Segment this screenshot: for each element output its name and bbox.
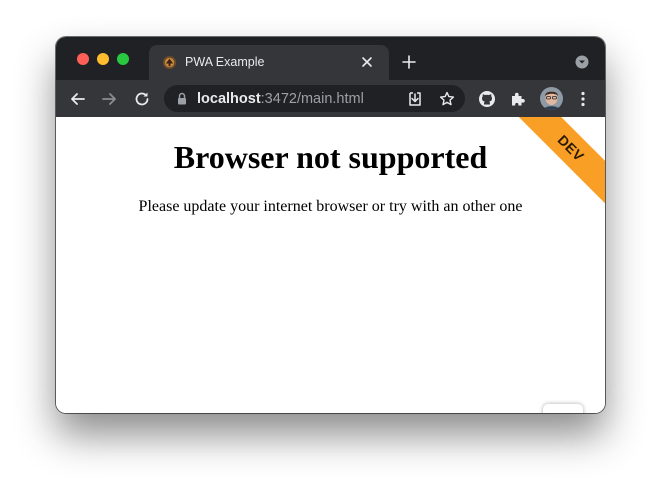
browser-tab[interactable]: PWA Example bbox=[149, 45, 389, 80]
url-text: localhost:3472/main.html bbox=[197, 91, 364, 107]
floating-button[interactable] bbox=[543, 404, 583, 413]
github-icon[interactable] bbox=[478, 90, 496, 108]
bookmark-star-icon[interactable] bbox=[439, 91, 455, 107]
tab-search-icon[interactable] bbox=[575, 55, 589, 69]
browser-toolbar: localhost:3472/main.html bbox=[56, 80, 605, 117]
url-path: :3472/main.html bbox=[260, 91, 364, 107]
avatar-image bbox=[540, 87, 563, 110]
address-bar[interactable]: localhost:3472/main.html bbox=[164, 85, 465, 112]
page-content: Browser not supported Please update your… bbox=[56, 117, 605, 413]
avatar[interactable] bbox=[540, 87, 563, 110]
menu-icon[interactable] bbox=[574, 90, 592, 108]
tab-title: PWA Example bbox=[185, 55, 265, 69]
window-maximize-button[interactable] bbox=[117, 53, 129, 65]
reload-icon[interactable] bbox=[133, 90, 151, 108]
tab-strip: PWA Example bbox=[56, 37, 605, 80]
page-message: Please update your internet browser or t… bbox=[138, 198, 523, 215]
browser-window: PWA Example localhost:3472/main.html Bro… bbox=[56, 37, 605, 413]
new-tab-icon[interactable] bbox=[402, 55, 416, 69]
forward-icon[interactable] bbox=[100, 90, 118, 108]
pwa-logo-icon bbox=[162, 55, 177, 70]
lock-icon[interactable] bbox=[177, 92, 187, 105]
close-tab-icon[interactable] bbox=[361, 56, 373, 68]
window-close-button[interactable] bbox=[77, 53, 89, 65]
page-title: Browser not supported bbox=[173, 139, 488, 175]
url-host: localhost bbox=[197, 91, 261, 107]
install-icon[interactable] bbox=[407, 91, 423, 107]
back-icon[interactable] bbox=[69, 90, 87, 108]
window-minimize-button[interactable] bbox=[97, 53, 109, 65]
extensions-icon[interactable] bbox=[509, 90, 527, 108]
